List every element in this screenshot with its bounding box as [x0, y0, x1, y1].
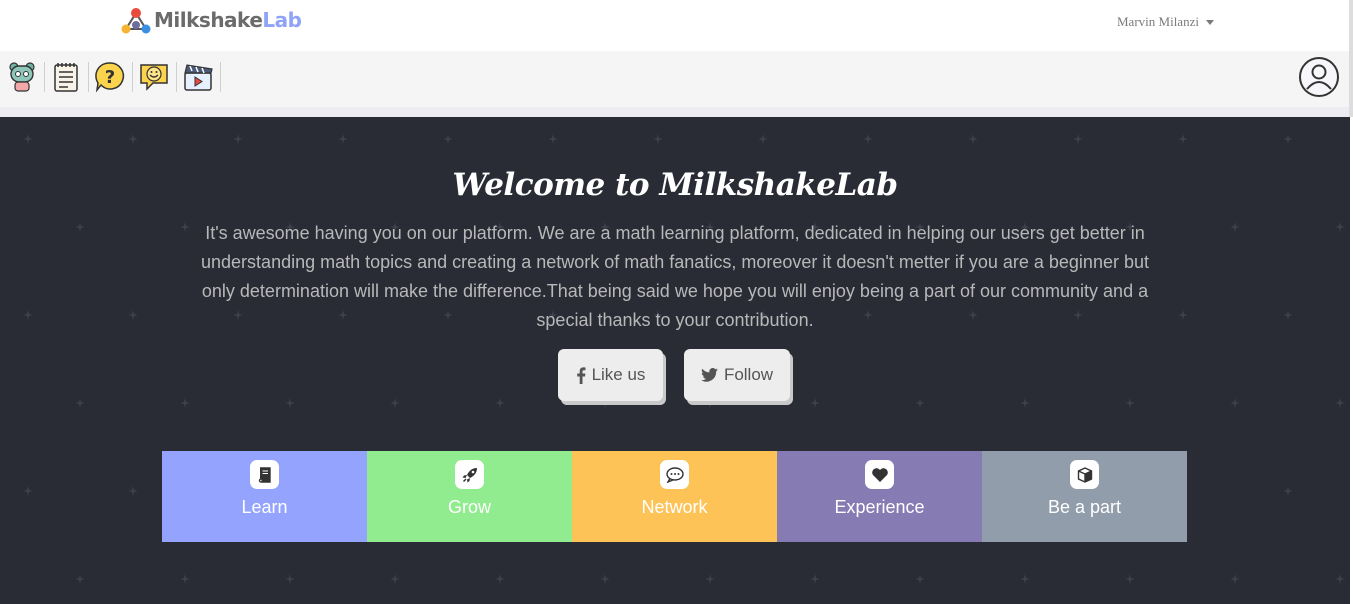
heart-icon	[865, 460, 894, 489]
like-us-label: Like us	[591, 365, 646, 384]
like-us-button[interactable]: Like us	[558, 349, 663, 401]
page-title: Welcome to MilkshakeLab	[452, 167, 898, 203]
feature-label: Be a part	[1047, 497, 1122, 517]
video-clapper-icon[interactable]	[180, 59, 216, 95]
feature-grow[interactable]: Grow	[367, 451, 572, 542]
help-icon[interactable]: ?	[92, 59, 128, 95]
cube-icon	[1070, 460, 1099, 489]
toolbar-divider	[220, 62, 221, 92]
chat-smile-icon[interactable]	[136, 59, 172, 95]
page-scrollbar[interactable]	[1349, 0, 1353, 117]
welcome-description: It's awesome having you on our platform.…	[201, 223, 1149, 330]
feature-learn[interactable]: Learn	[162, 451, 367, 542]
toolbar-shadow-strip	[0, 107, 1353, 117]
feature-be-a-part[interactable]: Be a part	[982, 451, 1187, 542]
app-toolbar: ?	[0, 51, 1353, 107]
comment-icon	[660, 460, 689, 489]
user-dropdown[interactable]: Marvin Milanzi	[1117, 14, 1214, 30]
feature-label: Learn	[241, 497, 288, 517]
feature-label: Network	[641, 497, 708, 517]
svg-text:?: ?	[105, 67, 115, 88]
notepad-icon[interactable]	[48, 59, 84, 95]
toolbar-divider	[176, 62, 177, 92]
user-avatar-icon[interactable]	[1298, 56, 1340, 98]
brand-name-part2: Lab	[262, 8, 302, 32]
feature-strip: Learn Grow Network Experience Be a part	[162, 451, 1187, 542]
hero-section: Welcome to MilkshakeLab It's awesome hav…	[0, 117, 1350, 604]
feature-label: Experience	[834, 497, 925, 517]
top-navbar: MilkshakeLab Marvin Milanzi	[0, 0, 1353, 51]
follow-label: Follow	[723, 365, 774, 384]
follow-button[interactable]: Follow	[684, 349, 790, 401]
twitter-icon	[701, 368, 718, 382]
robot-icon[interactable]	[4, 59, 40, 95]
facebook-icon	[576, 366, 586, 384]
feature-experience[interactable]: Experience	[777, 451, 982, 542]
toolbar-divider	[44, 62, 45, 92]
user-name: Marvin Milanzi	[1117, 14, 1199, 29]
brand-link[interactable]: MilkshakeLab	[120, 4, 302, 36]
molecule-logo-icon	[121, 8, 151, 34]
feature-network[interactable]: Network	[572, 451, 777, 542]
book-icon	[250, 460, 279, 489]
toolbar-divider	[132, 62, 133, 92]
caret-down-icon	[1205, 19, 1214, 25]
brand-name-part1: Milkshake	[154, 8, 263, 32]
rocket-icon	[455, 460, 484, 489]
toolbar-divider	[88, 62, 89, 92]
feature-label: Grow	[447, 497, 491, 517]
